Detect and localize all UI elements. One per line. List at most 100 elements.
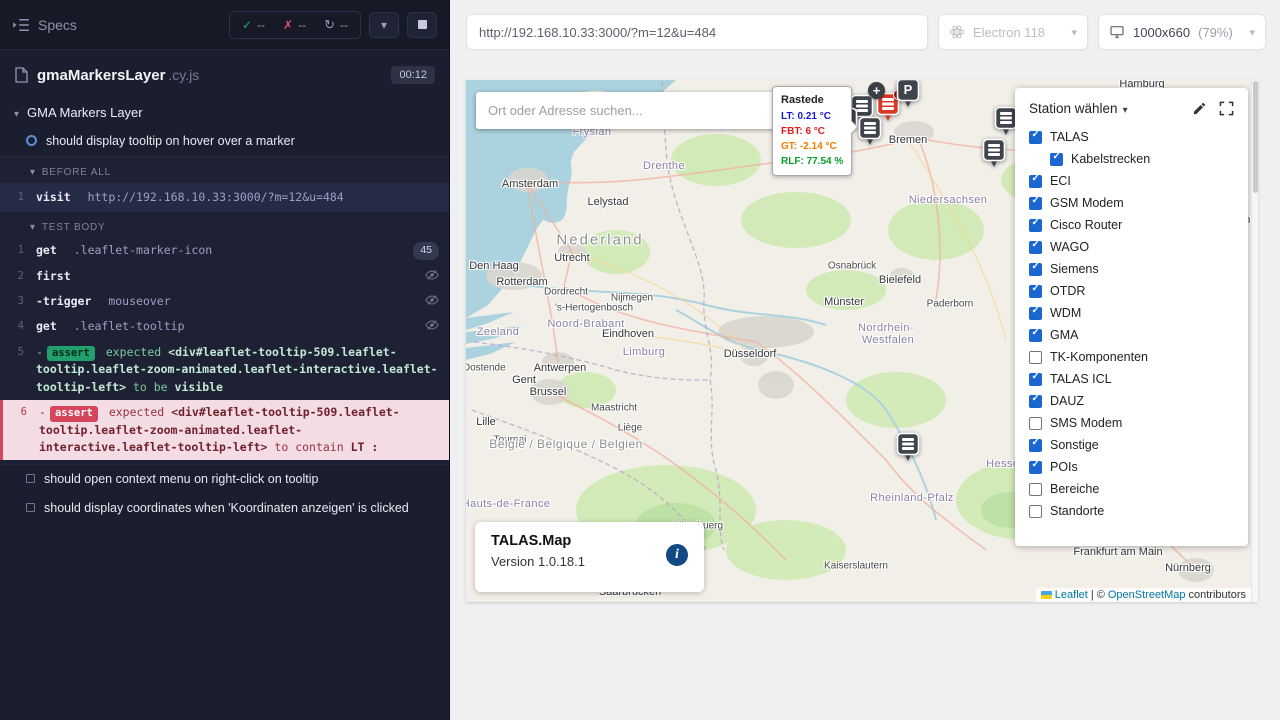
checkbox-icon	[1029, 329, 1042, 342]
collapse-all-button[interactable]	[369, 12, 399, 38]
layer-checkbox-row[interactable]: Standorte	[1029, 504, 1234, 518]
suite-gma-markers-layer[interactable]: GMA Markers Layer	[0, 98, 449, 127]
map-attribution: Leaflet | © OpenStreetMap contributors	[1036, 588, 1251, 602]
leaflet-map[interactable]: Amsterdam Utrecht Lelystad Groningen Lee…	[466, 80, 1258, 602]
layer-label: WDM	[1050, 306, 1081, 320]
app-version: Version 1.0.18.1	[491, 554, 688, 569]
map-search-box	[476, 92, 792, 129]
search-input[interactable]	[488, 103, 780, 118]
test-title: should display tooltip on hover over a m…	[46, 133, 295, 150]
layer-checkbox-row[interactable]: OTDR	[1029, 284, 1234, 298]
scrollbar-thumb[interactable]	[1253, 81, 1258, 193]
command-args: http://192.168.10.33:3000/?m=12&u=484	[88, 190, 344, 204]
station-marker[interactable]	[896, 432, 920, 462]
station-marker[interactable]	[982, 138, 1006, 168]
ukraine-flag-icon	[1041, 591, 1052, 599]
layer-checkbox-row[interactable]: DAUZ	[1029, 394, 1234, 408]
layer-checkbox-row[interactable]: TALAS ICL	[1029, 372, 1234, 386]
checkbox-icon	[1029, 461, 1042, 474]
layer-checkbox-row[interactable]: ECI	[1029, 174, 1234, 188]
checkbox-icon	[1029, 285, 1042, 298]
chevron-down-icon	[1249, 26, 1255, 39]
pending-test-icon	[26, 474, 35, 483]
station-select-dropdown[interactable]: Station wählen	[1029, 101, 1128, 116]
cypress-runner: Specs -- -- -- gmaMarkersLayer .cy.js 00…	[0, 0, 1280, 720]
layer-label: SMS Modem	[1050, 416, 1122, 430]
hidden-element-icon	[425, 268, 439, 282]
add-marker-button[interactable]: +	[868, 82, 885, 99]
aut-panel: http://192.168.10.33:3000/?m=12&u=484 El…	[450, 0, 1280, 720]
command-get-marker[interactable]: 1 get .leaflet-marker-icon 45	[0, 238, 449, 264]
stop-run-button[interactable]	[407, 12, 437, 38]
specs-toggle-button[interactable]: Specs	[12, 17, 77, 33]
layer-checkbox-row[interactable]: POIs	[1029, 460, 1234, 474]
viewport-monitor-icon	[1109, 24, 1125, 40]
active-test-row[interactable]: should display tooltip on hover over a m…	[0, 127, 449, 156]
url-bar[interactable]: http://192.168.10.33:3000/?m=12&u=484	[466, 14, 928, 50]
layer-checkbox-row[interactable]: GMA	[1029, 328, 1234, 342]
stat-failed[interactable]: --	[275, 16, 314, 34]
panel-header: Station wählen	[1029, 101, 1234, 116]
layer-label: OTDR	[1050, 284, 1085, 298]
suite-title: GMA Markers Layer	[27, 105, 143, 120]
hook-test-body[interactable]: TEST BODY	[0, 212, 449, 238]
layer-label: WAGO	[1050, 240, 1089, 254]
station-marker[interactable]: P	[896, 80, 920, 108]
checkbox-icon	[1029, 175, 1042, 188]
layer-label: DAUZ	[1050, 394, 1084, 408]
layer-checkbox-row[interactable]: SMS Modem	[1029, 416, 1234, 430]
command-trigger[interactable]: 3 -trigger mouseover	[0, 289, 449, 314]
checkbox-icon	[1029, 263, 1042, 276]
stat-pending[interactable]: --	[316, 15, 356, 35]
chevron-down-icon	[381, 16, 387, 34]
layer-checkbox-row[interactable]: WAGO	[1029, 240, 1234, 254]
stat-passed[interactable]: --	[234, 16, 273, 34]
checkbox-icon	[1029, 483, 1042, 496]
command-assert-passed[interactable]: 5 -assert expected <div#leaflet-tooltip-…	[0, 340, 449, 400]
cypress-sidebar: Specs -- -- -- gmaMarkersLayer .cy.js 00…	[0, 0, 450, 720]
browser-select[interactable]: Electron 118	[938, 14, 1088, 50]
pencil-icon	[1192, 101, 1207, 116]
spec-name: gmaMarkersLayer	[37, 67, 165, 84]
pending-test-icon	[26, 503, 35, 512]
layer-checkbox-row[interactable]: GSM Modem	[1029, 196, 1234, 210]
pending-test-row[interactable]: should open context menu on right-click …	[0, 465, 449, 494]
test-title: should display coordinates when 'Koordin…	[44, 500, 409, 517]
command-get-tooltip[interactable]: 4 get .leaflet-tooltip	[0, 314, 449, 339]
electron-browser-icon	[949, 24, 965, 40]
aut-scrollbar[interactable]	[1251, 80, 1258, 602]
viewport-select[interactable]: 1000x660 (79%)	[1098, 14, 1266, 50]
test-title: should open context menu on right-click …	[44, 471, 318, 488]
command-visit[interactable]: 1 visit http://192.168.10.33:3000/?m=12&…	[0, 183, 449, 212]
stop-icon	[418, 20, 427, 29]
marker-tooltip: Rastede LT: 0.21 °C FBT: 6 °C	[772, 86, 852, 176]
layer-label: Bereiche	[1050, 482, 1099, 496]
layer-checkbox-row[interactable]: Bereiche	[1029, 482, 1234, 496]
browser-name: Electron 118	[973, 25, 1045, 40]
test-reporter: GMA Markers Layer should display tooltip…	[0, 96, 449, 720]
layer-checkbox-row[interactable]: WDM	[1029, 306, 1234, 320]
checkbox-icon	[1050, 153, 1063, 166]
layer-checkbox-row[interactable]: TALAS	[1029, 130, 1234, 144]
layer-checkbox-row[interactable]: TK-Komponenten	[1029, 350, 1234, 364]
leaflet-link[interactable]: Leaflet	[1055, 589, 1088, 601]
command-assert-failed[interactable]: 6 -assert expected <div#leaflet-tooltip-…	[0, 400, 449, 460]
aut-header: http://192.168.10.33:3000/?m=12&u=484 El…	[450, 0, 1280, 64]
hook-before-all[interactable]: BEFORE ALL	[0, 157, 449, 183]
info-icon[interactable]	[666, 544, 688, 566]
layer-label: TK-Komponenten	[1050, 350, 1148, 364]
layer-label: GSM Modem	[1050, 196, 1124, 210]
layer-checkbox-row[interactable]: Sonstige	[1029, 438, 1234, 452]
layer-checkbox-row[interactable]: Siemens	[1029, 262, 1234, 276]
osm-link[interactable]: OpenStreetMap	[1108, 589, 1186, 601]
layer-checkbox-row[interactable]: Cisco Router	[1029, 218, 1234, 232]
expand-button[interactable]	[1219, 101, 1234, 116]
command-first[interactable]: 2 first	[0, 264, 449, 289]
layer-checkbox-row[interactable]: Kabelstrecken	[1050, 152, 1234, 166]
edit-button[interactable]	[1192, 101, 1207, 116]
pending-test-row[interactable]: should display coordinates when 'Koordin…	[0, 494, 449, 523]
layer-label: Kabelstrecken	[1071, 152, 1150, 166]
station-layer-panel: Station wählen	[1015, 88, 1248, 546]
layer-label: TALAS	[1050, 130, 1089, 144]
checkbox-icon	[1029, 373, 1042, 386]
